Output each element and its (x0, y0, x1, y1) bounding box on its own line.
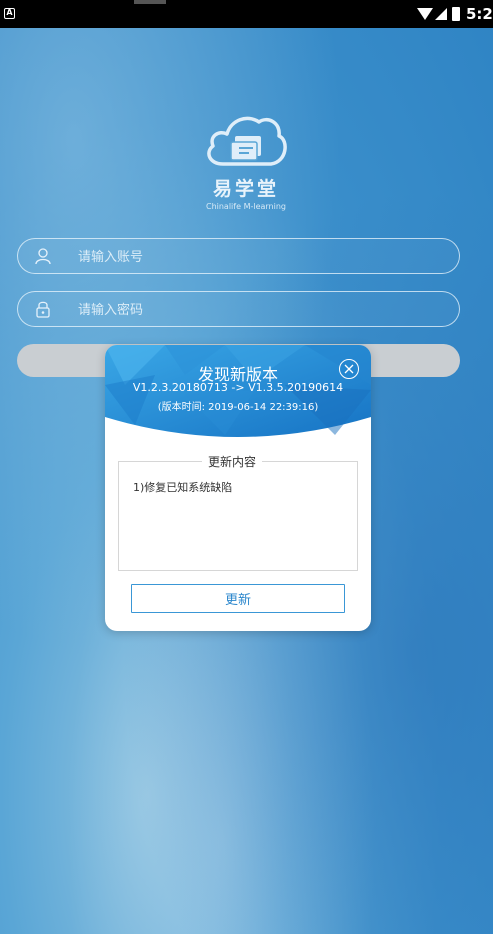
update-dialog: 发现新版本 V1.2.3.20180713 -> V1.3.5.20190614… (105, 345, 371, 631)
update-content-heading: 更新内容 (202, 453, 263, 470)
password-input[interactable] (78, 298, 438, 322)
version-time: (版本时间: 2019-06-14 22:39:16) (157, 402, 319, 413)
user-icon (35, 248, 51, 265)
close-button[interactable] (339, 359, 359, 379)
brand-subtitle: Chinalife M-learning (205, 202, 286, 211)
app-logo: 易学堂 Chinalife M-learning (185, 112, 307, 211)
signal-icon (435, 8, 447, 20)
close-icon (344, 364, 354, 374)
status-bar: A 5:27 (0, 0, 493, 28)
update-button[interactable]: 更新 (131, 584, 345, 613)
lock-icon (36, 301, 50, 318)
version-change: V1.2.3.20180713 -> V1.3.5.20190614 (132, 381, 344, 394)
notch-indicator (134, 0, 166, 4)
update-content-text: 1)修复已知系统缺陷 (133, 481, 233, 494)
update-content-box (118, 461, 358, 571)
battery-icon (452, 7, 460, 21)
wifi-icon (417, 8, 433, 20)
password-field[interactable] (17, 291, 460, 327)
account-field[interactable] (17, 238, 460, 274)
dialog-banner (105, 345, 371, 437)
notification-icon: A (4, 8, 15, 19)
brand-name: 易学堂 (212, 178, 279, 200)
status-time: 5:27 (466, 5, 493, 23)
account-input[interactable] (78, 245, 438, 269)
cloud-book-icon (207, 116, 287, 166)
